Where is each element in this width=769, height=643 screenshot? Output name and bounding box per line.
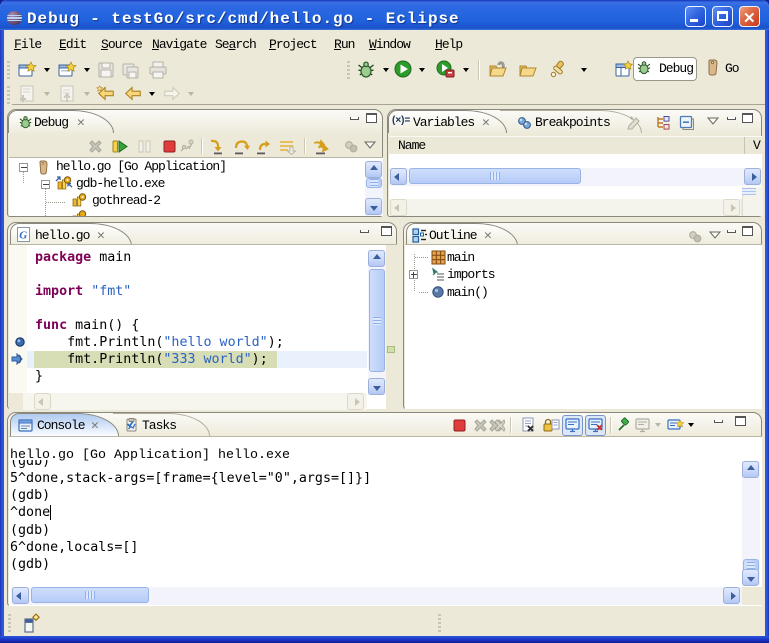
svg-text:G: G	[19, 230, 27, 242]
